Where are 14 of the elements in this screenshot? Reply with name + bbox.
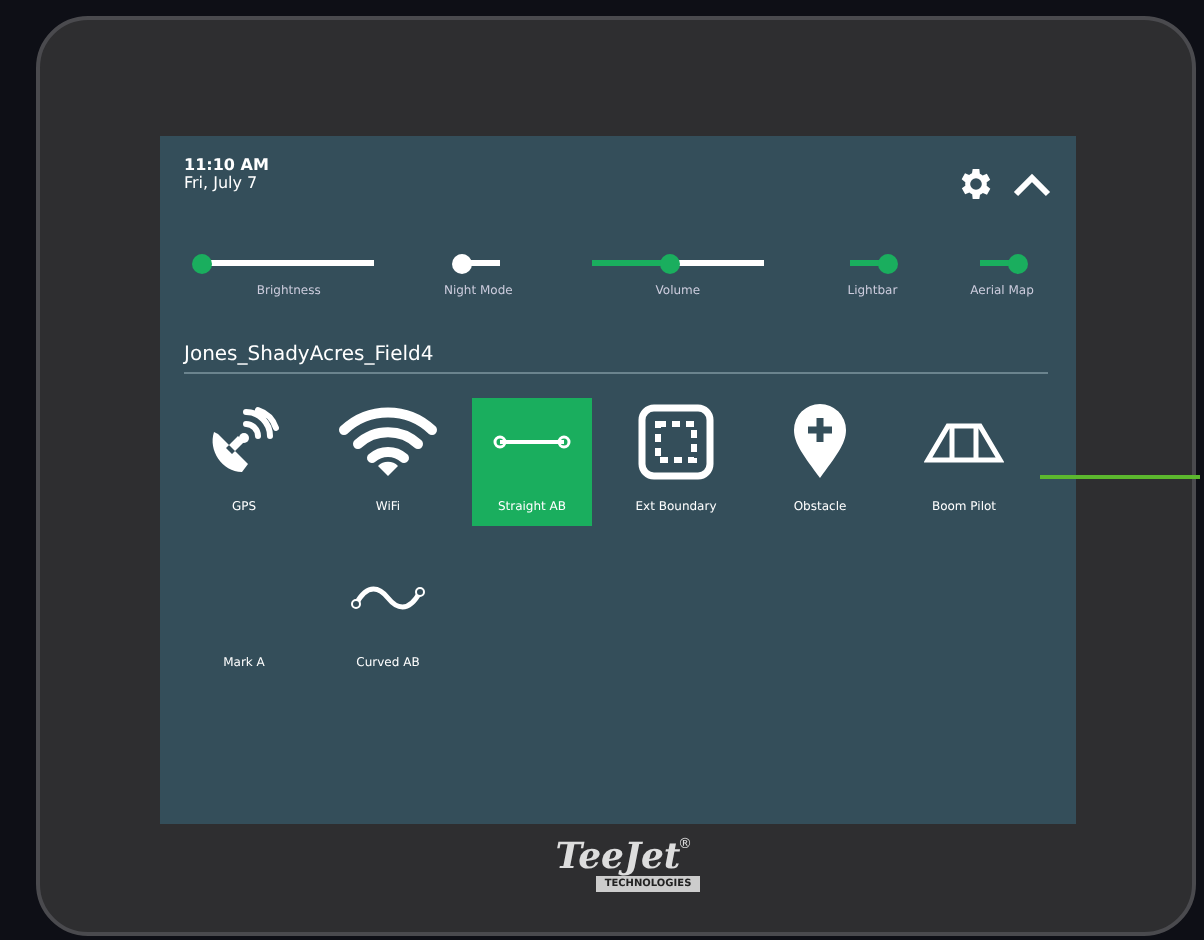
clock-time: 11:10 AM (184, 156, 269, 174)
straight-line-icon (492, 434, 572, 450)
clock-date: Fri, July 7 (184, 174, 260, 192)
settings-icon[interactable] (956, 164, 996, 204)
boundary-square-icon (638, 404, 714, 480)
slider-thumb[interactable] (192, 253, 213, 273)
curved-line-icon (348, 582, 428, 614)
slider-thumb[interactable] (659, 253, 680, 273)
brand-logo: TeeJet (555, 840, 681, 876)
collapse-chevron-icon[interactable] (1012, 170, 1052, 198)
job-name: Jones_ShadyAcres_Field4 (184, 344, 1048, 374)
boom-icon (924, 420, 1004, 464)
wifi-icon (336, 406, 440, 478)
map-pin-plus-icon (792, 404, 848, 480)
